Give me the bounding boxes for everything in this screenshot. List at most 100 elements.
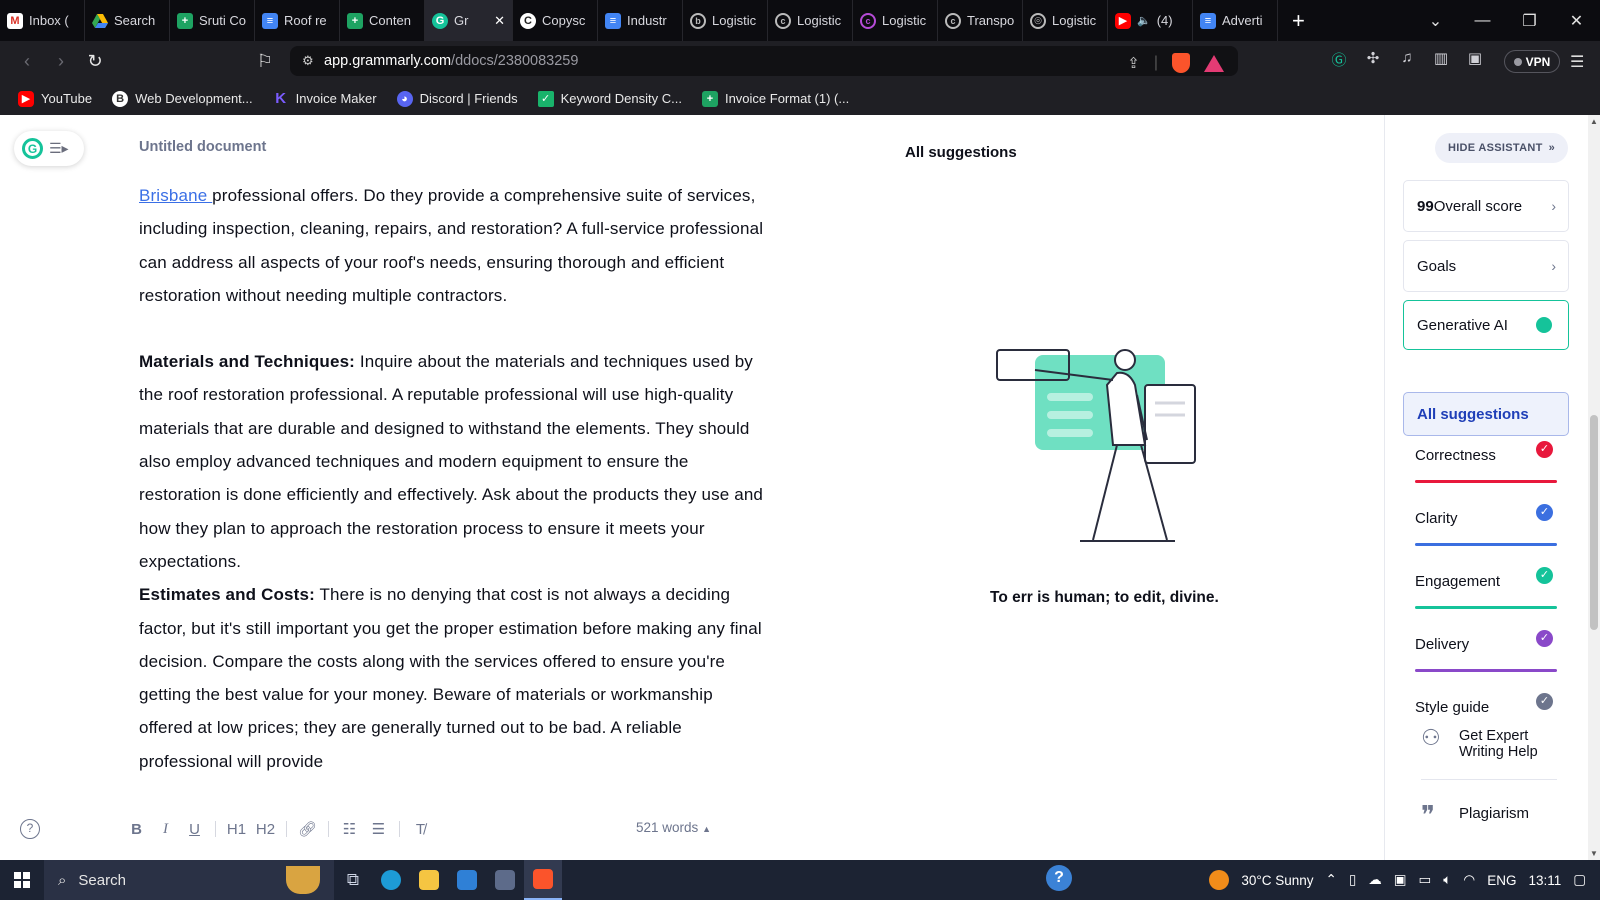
scroll-up-arrow[interactable]: ▲: [1590, 117, 1598, 126]
onedrive-icon[interactable]: ☁: [1368, 872, 1382, 888]
share-icon[interactable]: ⇪: [1127, 54, 1140, 72]
wallet-icon[interactable]: ▣: [1466, 49, 1484, 67]
reload-button[interactable]: ↻: [78, 51, 112, 72]
grammarly-editor-page: G ☰▸ Untitled document Brisbane professi…: [0, 115, 1600, 860]
tab-grammarly[interactable]: G Gr ✕: [425, 0, 513, 41]
task-view-icon[interactable]: ⧉: [334, 860, 372, 900]
grammarly-menu-button[interactable]: G ☰▸: [14, 131, 84, 166]
document-title[interactable]: Untitled document: [139, 139, 266, 155]
scroll-down-arrow[interactable]: ▼: [1590, 849, 1598, 858]
category-correctness[interactable]: Correctness ✓: [1415, 441, 1557, 483]
show-hidden-icons[interactable]: ⌃: [1326, 872, 1337, 888]
bookmarks-bar: ▶ YouTube B Web Development... K Invoice Ma…: [0, 82, 1600, 115]
google-sheets-icon: +: [347, 12, 363, 29]
display-icon[interactable]: ▣: [1394, 872, 1407, 888]
word-count[interactable]: 521 words ▲: [636, 820, 711, 835]
close-window-button[interactable]: ✕: [1553, 11, 1600, 31]
address-bar[interactable]: ⚙ app.grammarly.com/ddocs/2380083259 ⇪ |: [290, 46, 1238, 76]
tab-sheets-content[interactable]: + Conten: [340, 0, 425, 41]
notifications-icon[interactable]: ▢: [1573, 872, 1586, 888]
minimize-button[interactable]: —: [1459, 12, 1506, 30]
heading1-button[interactable]: H1: [222, 821, 251, 838]
overall-score-card[interactable]: 99 Overall score ›: [1403, 180, 1569, 232]
category-clarity[interactable]: Clarity ✓: [1415, 504, 1557, 546]
bold-button[interactable]: B: [122, 821, 151, 838]
all-suggestions-tab[interactable]: All suggestions: [1403, 392, 1569, 436]
wifi-icon[interactable]: ◠: [1463, 872, 1475, 888]
scrollbar-thumb[interactable]: [1590, 415, 1598, 630]
generative-ai-card[interactable]: Generative AI: [1403, 300, 1569, 350]
taskbar-search[interactable]: ⌕ Search: [44, 860, 334, 900]
goals-card[interactable]: Goals ›: [1403, 240, 1569, 292]
tab-drive-search[interactable]: Search: [85, 0, 170, 41]
media-controls-icon[interactable]: ♫: [1398, 49, 1416, 67]
help-icon[interactable]: ?: [20, 819, 40, 839]
get-help-icon[interactable]: ?: [1046, 865, 1072, 891]
heading2-button[interactable]: H2: [251, 821, 280, 838]
brisbane-link[interactable]: Brisbane: [139, 186, 212, 205]
vpn-button[interactable]: VPN: [1504, 50, 1560, 73]
weather-text[interactable]: 30°C Sunny: [1241, 873, 1313, 888]
underline-button[interactable]: U: [180, 821, 209, 838]
extensions-icon[interactable]: ✣: [1364, 49, 1382, 67]
bookmark-keyword-density[interactable]: ✓ Keyword Density C...: [537, 90, 682, 107]
site-icon: c: [860, 12, 876, 29]
tab-transport[interactable]: c Transpo: [938, 0, 1023, 41]
sidebar-icon[interactable]: ▥: [1432, 49, 1450, 67]
bulleted-list-icon[interactable]: ☰: [364, 820, 393, 838]
weather-sun-icon[interactable]: [1209, 870, 1230, 890]
bookmark-discord[interactable]: ◕ Discord | Friends: [396, 90, 518, 107]
close-tab-icon[interactable]: ✕: [494, 13, 505, 29]
bookmark-invoice-format[interactable]: + Invoice Format (1) (...: [701, 90, 849, 107]
meet-now-icon[interactable]: ▯: [1349, 872, 1356, 888]
mail-icon[interactable]: [448, 860, 486, 900]
tab-copyscape[interactable]: C Copysc: [513, 0, 598, 41]
category-engagement[interactable]: Engagement ✓: [1415, 567, 1557, 609]
volume-icon[interactable]: 🔈︎: [1443, 872, 1451, 888]
edge-icon[interactable]: [372, 860, 410, 900]
tab-youtube[interactable]: ▶ 🔈 (4): [1108, 0, 1193, 41]
tab-list-icon[interactable]: ⌄: [1412, 11, 1459, 31]
bookmark-page-icon[interactable]: ⚐: [248, 51, 282, 72]
tab-docs-industry[interactable]: ≡ Industr: [598, 0, 683, 41]
language-indicator[interactable]: ENG: [1487, 873, 1516, 888]
italic-button[interactable]: I: [151, 821, 180, 838]
file-explorer-icon[interactable]: [410, 860, 448, 900]
bookmark-youtube[interactable]: ▶ YouTube: [18, 90, 92, 107]
new-tab-button[interactable]: +: [1292, 8, 1305, 34]
paragraph-estimates: Estimates and Costs: There is no denying…: [139, 585, 762, 771]
bookmark-invoice-maker[interactable]: K Invoice Maker: [273, 90, 376, 107]
battery-icon[interactable]: ▭: [1419, 872, 1432, 888]
clear-formatting-icon[interactable]: T̸: [406, 821, 435, 838]
brave-shields-icon[interactable]: [1172, 53, 1190, 73]
browser-menu-icon[interactable]: ☰: [1570, 52, 1584, 72]
brave-rewards-icon[interactable]: [1204, 54, 1224, 72]
tab-sheets-sruti[interactable]: + Sruti Co: [170, 0, 255, 41]
tab-gmail[interactable]: M Inbox (: [0, 0, 85, 41]
page-scrollbar[interactable]: ▲ ▼: [1588, 115, 1600, 860]
clock[interactable]: 13:11: [1528, 873, 1561, 888]
hide-assistant-button[interactable]: HIDE ASSISTANT»: [1435, 133, 1568, 163]
tab-logistic-1[interactable]: b Logistic: [683, 0, 768, 41]
calculator-icon[interactable]: [486, 860, 524, 900]
speaker-icon[interactable]: 🔈: [1137, 14, 1151, 27]
tab-docs-roof[interactable]: ≡ Roof re: [255, 0, 340, 41]
start-button[interactable]: [0, 860, 44, 900]
tab-docs-advert[interactable]: ≡ Adverti: [1193, 0, 1278, 41]
brave-browser-icon[interactable]: [524, 860, 562, 900]
restore-button[interactable]: ❐: [1506, 11, 1553, 31]
tab-logistic-3[interactable]: c Logistic: [853, 0, 938, 41]
category-delivery[interactable]: Delivery ✓: [1415, 630, 1557, 672]
tab-logistic-4[interactable]: ◎ Logistic: [1023, 0, 1108, 41]
back-button[interactable]: ‹: [10, 51, 44, 72]
site-icon: ◎: [1030, 12, 1046, 29]
forward-button[interactable]: ›: [44, 51, 78, 72]
document-body[interactable]: Brisbane professional offers. Do they pr…: [139, 179, 764, 778]
bookmark-web-development[interactable]: B Web Development...: [112, 90, 253, 107]
link-icon[interactable]: 🔗︎: [293, 820, 322, 838]
category-style-guide[interactable]: Style guide ✓: [1415, 693, 1557, 723]
grammarly-extension-icon[interactable]: Ⓖ: [1330, 49, 1348, 69]
numbered-list-icon[interactable]: ☷: [335, 820, 364, 838]
site-settings-icon[interactable]: ⚙: [302, 53, 324, 69]
tab-logistic-2[interactable]: c Logistic: [768, 0, 853, 41]
